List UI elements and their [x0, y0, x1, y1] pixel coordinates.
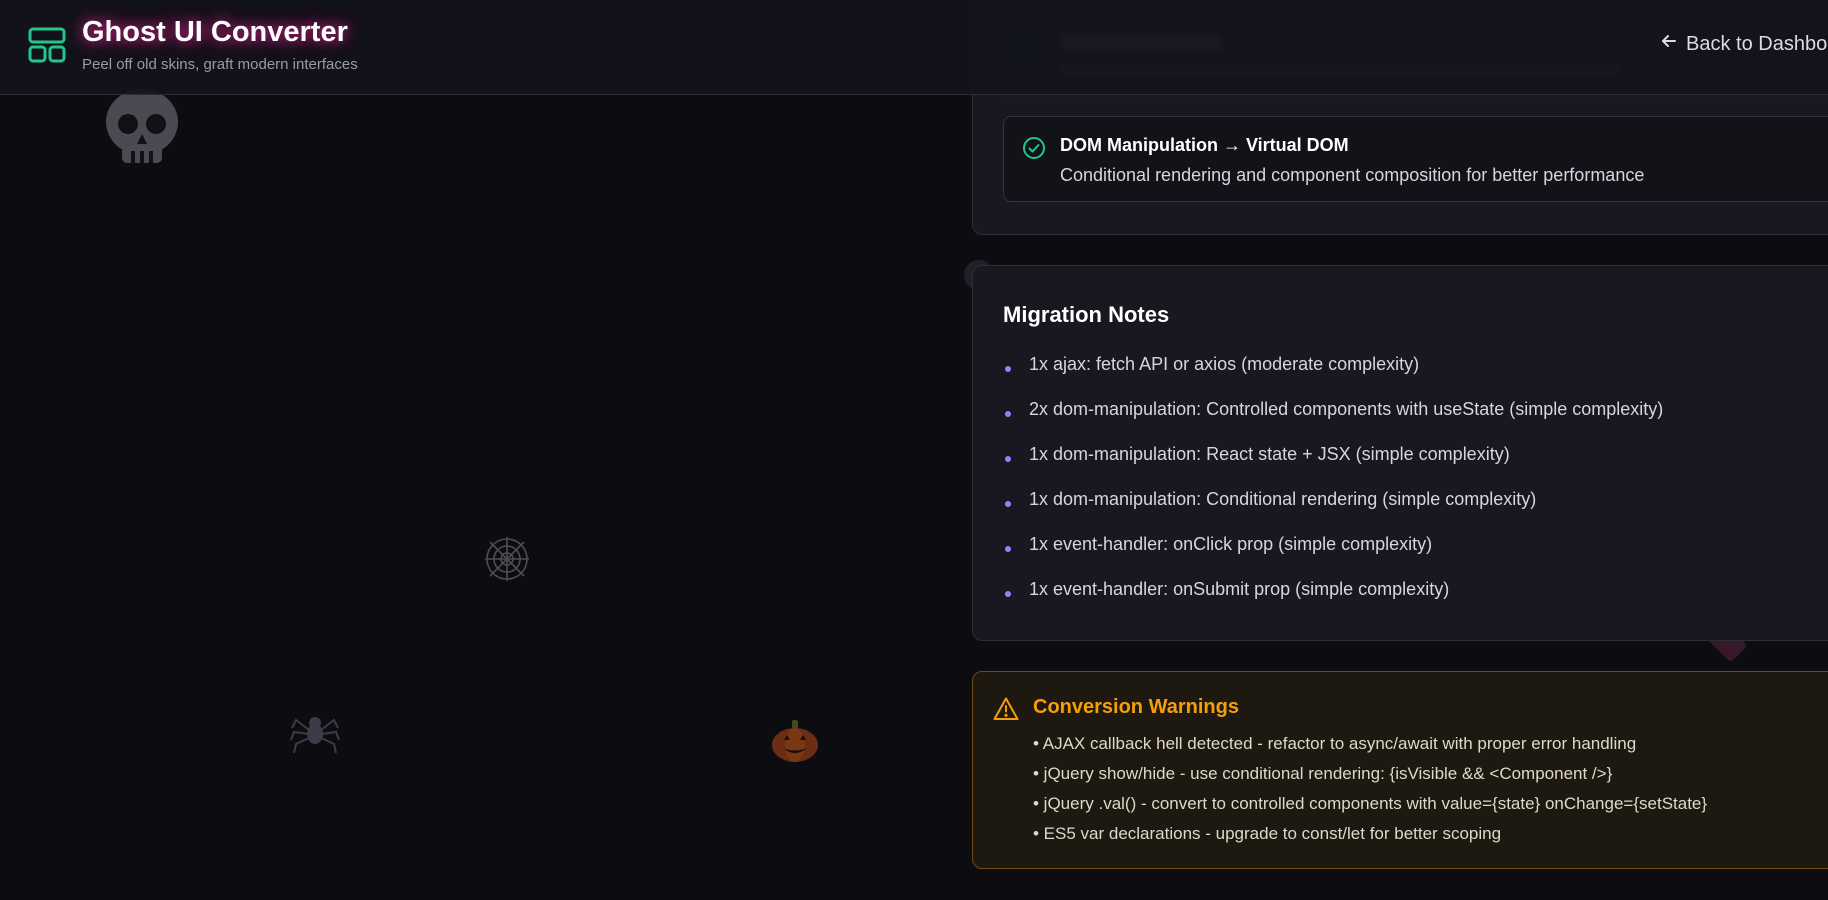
back-link-label: Back to Dashboard — [1686, 32, 1828, 55]
note-text: 1x dom-manipulation: Conditional renderi… — [1029, 489, 1537, 509]
list-item: 2x dom-manipulation: Controlled componen… — [1003, 399, 1663, 444]
note-text: 1x event-handler: onClick prop (simple c… — [1029, 534, 1433, 554]
bullet-dot — [1005, 411, 1011, 417]
skull-icon — [104, 88, 180, 168]
list-item: • jQuery show/hide - use conditional ren… — [1033, 764, 1613, 783]
note-text: 1x dom-manipulation: React state + JSX (… — [1029, 444, 1510, 464]
migration-notes-title: Migration Notes — [1003, 302, 1170, 327]
app-subtitle: Peel off old skins, graft modern interfa… — [82, 56, 358, 73]
conversion-warnings-list: • AJAX callback hell detected - refactor… — [1033, 734, 1707, 854]
check-circle-icon — [1022, 136, 1046, 160]
layout-dashboard-icon — [28, 26, 66, 64]
list-item: 1x event-handler: onClick prop (simple c… — [1003, 534, 1663, 579]
arrow-left-icon — [1660, 32, 1678, 56]
list-item: 1x dom-manipulation: React state + JSX (… — [1003, 444, 1663, 489]
list-item: • jQuery .val() - convert to controlled … — [1033, 794, 1708, 813]
bullet-dot — [1005, 456, 1011, 462]
bullet-dot — [1005, 591, 1011, 597]
conversion-warnings-panel: Conversion Warnings • AJAX callback hell… — [972, 671, 1828, 869]
note-text: 2x dom-manipulation: Controlled componen… — [1029, 399, 1664, 419]
conversion-description: Conditional rendering and component comp… — [1060, 165, 1645, 185]
list-item: • AJAX callback hell detected - refactor… — [1033, 734, 1637, 753]
bullet-dot — [1005, 366, 1011, 372]
bullet-dot — [1005, 501, 1011, 507]
migration-notes-list: 1x ajax: fetch API or axios (moderate co… — [1003, 354, 1663, 624]
note-text: 1x ajax: fetch API or axios (moderate co… — [1029, 354, 1420, 374]
list-item: 1x ajax: fetch API or axios (moderate co… — [1003, 354, 1663, 399]
app-title: Ghost UI Converter — [82, 16, 348, 48]
list-item: 1x event-handler: onSubmit prop (simple … — [1003, 579, 1663, 624]
list-item: • ES5 var declarations - upgrade to cons… — [1033, 824, 1502, 843]
pumpkin-icon — [770, 718, 820, 764]
list-item: 1x dom-manipulation: Conditional renderi… — [1003, 489, 1663, 534]
migration-notes-panel: Migration Notes 1x ajax: fetch API or ax… — [972, 265, 1828, 641]
app-header: Ghost UI Converter Peel off old skins, g… — [0, 0, 1828, 95]
spider-web-icon — [484, 536, 530, 582]
conversion-title: DOM Manipulation → Virtual DOM — [1060, 135, 1349, 155]
note-text: 1x event-handler: onSubmit prop (simple … — [1029, 579, 1450, 599]
back-to-dashboard-link[interactable]: Back to Dashboard — [1660, 32, 1828, 56]
alert-triangle-icon — [993, 696, 1019, 722]
spider-icon — [290, 706, 340, 756]
conversion-item: DOM Manipulation → Virtual DOM Condition… — [1003, 116, 1828, 202]
conversion-warnings-title: Conversion Warnings — [1033, 696, 1239, 718]
bullet-dot — [1005, 546, 1011, 552]
